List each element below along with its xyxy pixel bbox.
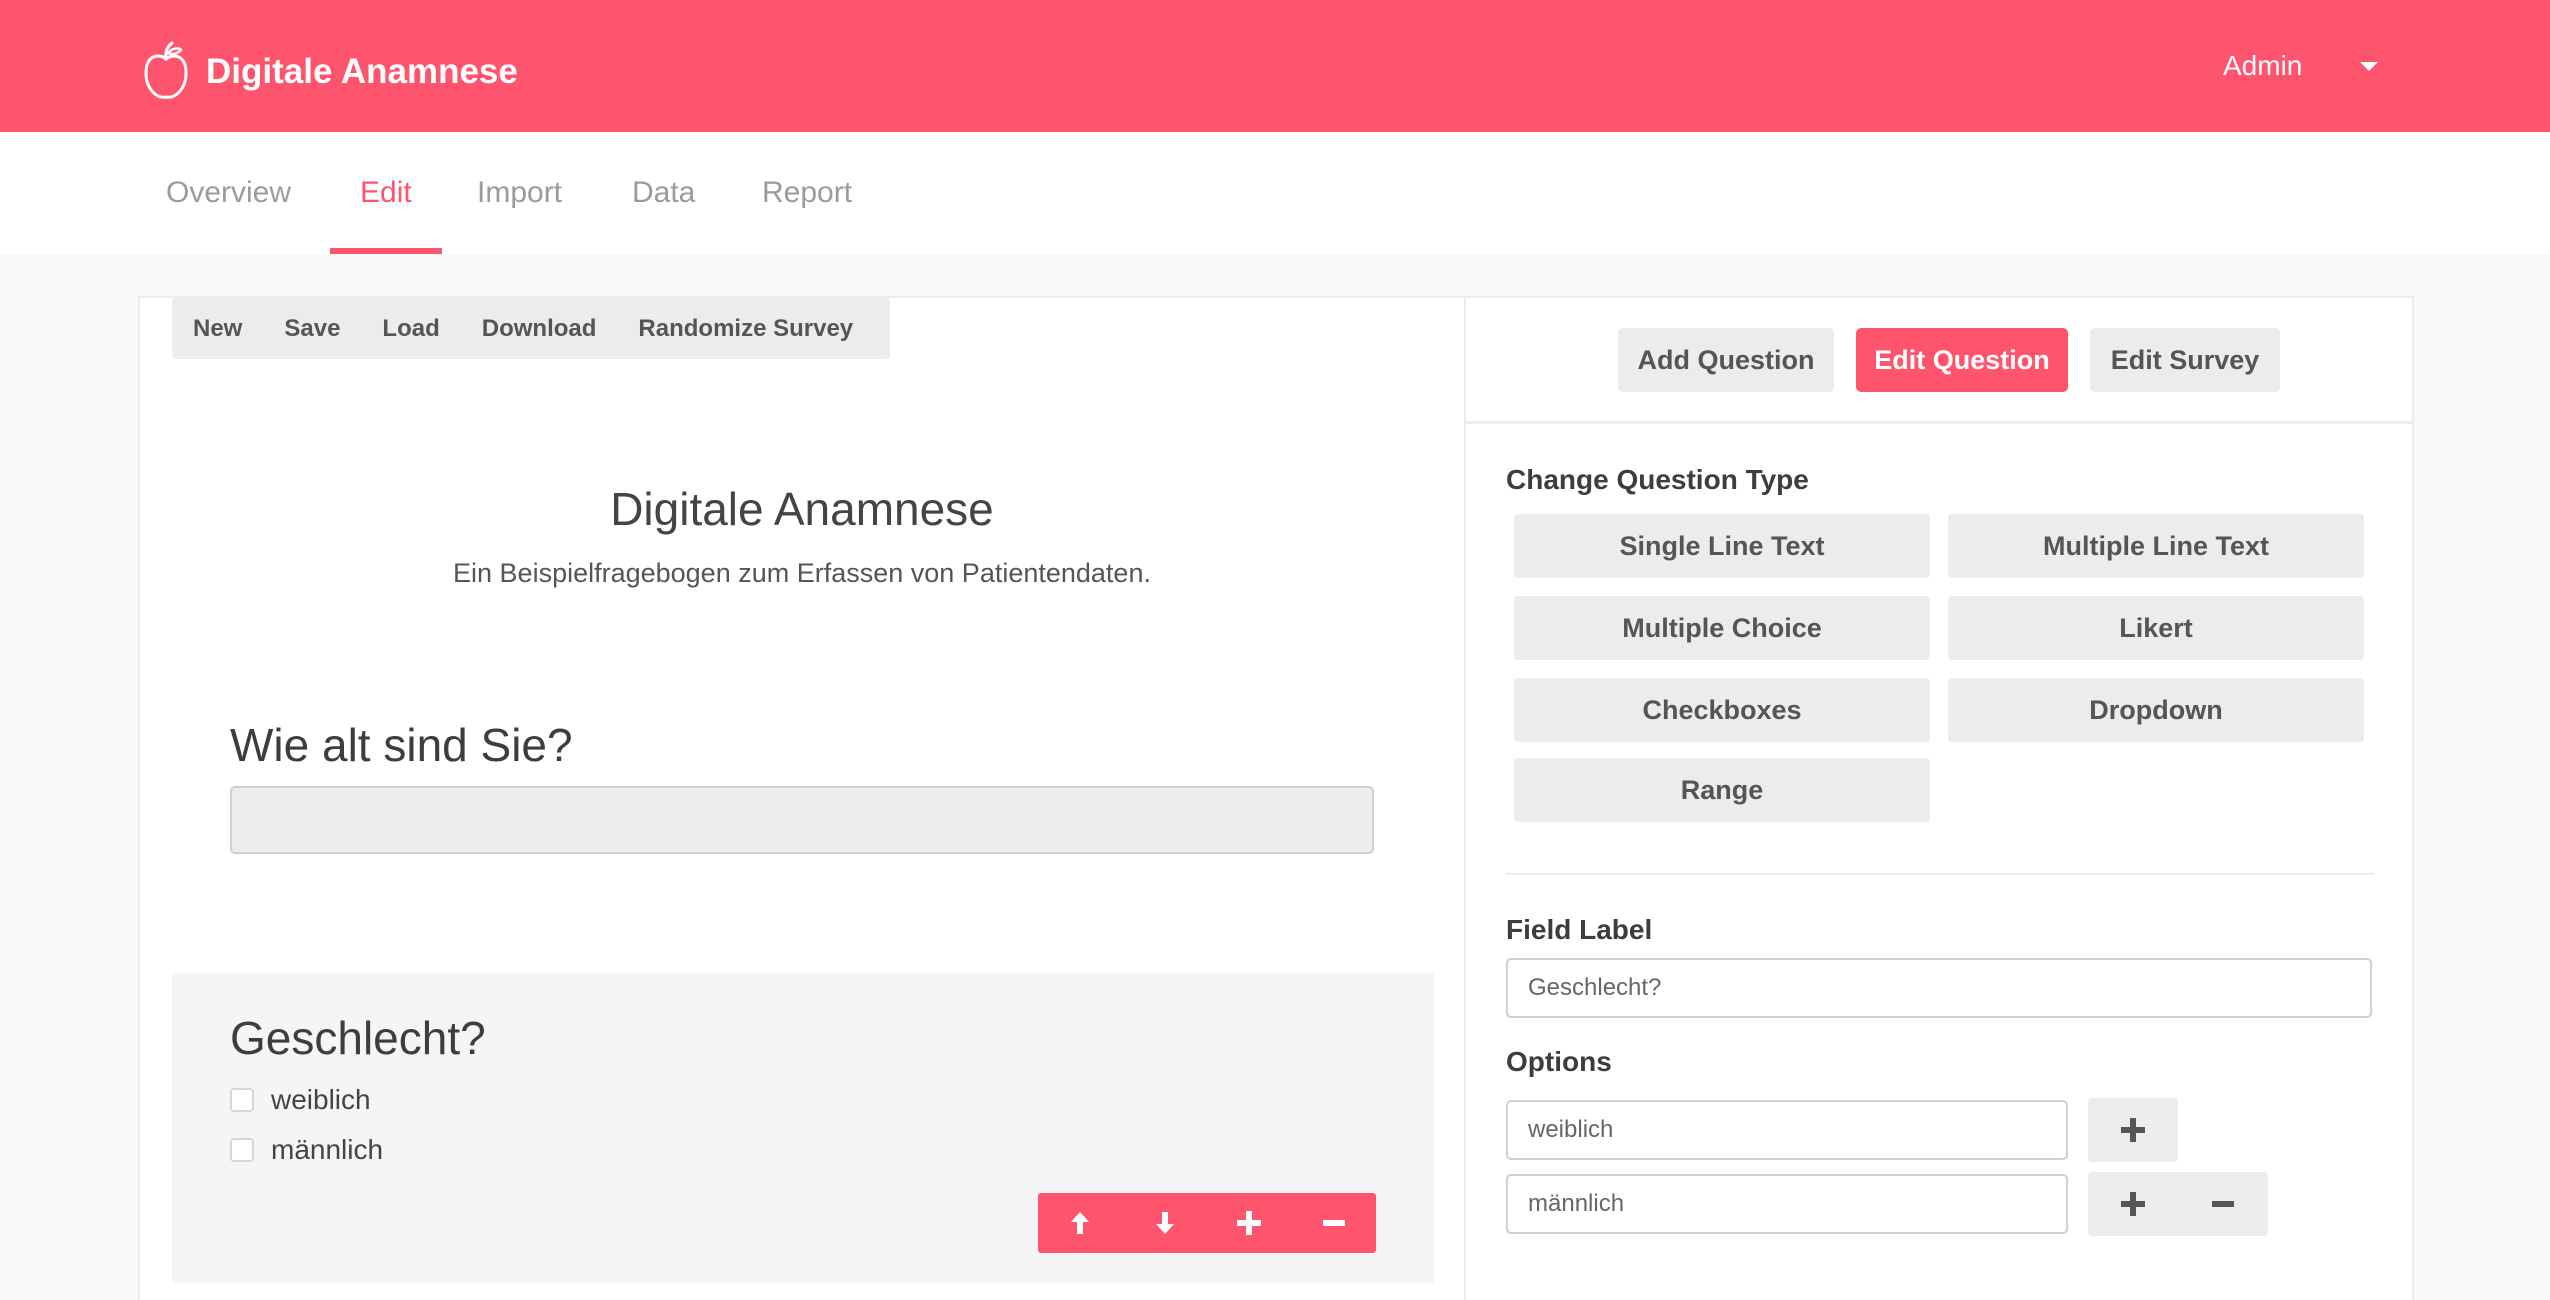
- move-down-button[interactable]: [1123, 1193, 1208, 1253]
- editor-panel: Add Question Edit Question Edit Survey C…: [1464, 296, 2414, 1300]
- option-input[interactable]: männlich: [1506, 1174, 2068, 1234]
- field-label-heading: Field Label: [1506, 914, 1653, 945]
- save-button[interactable]: Save: [263, 298, 361, 359]
- add-option-button[interactable]: [2088, 1172, 2178, 1236]
- selected-question[interactable]: Geschlecht? weiblich männlich: [172, 973, 1434, 1283]
- survey-preview-panel: New Save Load Download Randomize Survey …: [138, 296, 1466, 1300]
- randomize-survey-button[interactable]: Randomize Survey: [617, 298, 874, 359]
- checkbox-label: männlich: [271, 1134, 384, 1165]
- minus-icon: [1322, 1220, 1345, 1226]
- new-button[interactable]: New: [172, 298, 263, 359]
- top-bar: Digitale Anamnese Admin: [0, 0, 2550, 132]
- type-dropdown[interactable]: Dropdown: [1948, 678, 2364, 742]
- add-question-tab[interactable]: Add Question: [1618, 328, 1834, 392]
- type-multiple-choice[interactable]: Multiple Choice: [1514, 596, 1930, 660]
- app-title: Digitale Anamnese: [206, 52, 518, 91]
- question-actions: [1038, 1193, 1376, 1253]
- plus-icon: [2121, 1192, 2145, 1216]
- type-likert[interactable]: Likert: [1948, 596, 2364, 660]
- add-question-button[interactable]: [1207, 1193, 1292, 1253]
- remove-question-button[interactable]: [1292, 1193, 1377, 1253]
- minus-icon: [2212, 1201, 2234, 1207]
- edit-question-tab[interactable]: Edit Question: [1856, 328, 2068, 392]
- field-label-input[interactable]: Geschlecht?: [1506, 958, 2372, 1018]
- type-range[interactable]: Range: [1514, 758, 1930, 822]
- survey-toolbar: New Save Load Download Randomize Survey: [172, 298, 890, 359]
- checkbox[interactable]: [230, 1088, 254, 1112]
- type-checkboxes[interactable]: Checkboxes: [1514, 678, 1930, 742]
- editor-mode-tabs: Add Question Edit Question Edit Survey: [1466, 298, 2412, 424]
- survey-description: Ein Beispielfragebogen zum Erfassen von …: [453, 558, 1151, 588]
- question-title: Wie alt sind Sie?: [230, 719, 573, 771]
- checkbox-label: weiblich: [271, 1084, 371, 1115]
- tab-import[interactable]: Import: [447, 132, 592, 254]
- checkbox[interactable]: [230, 1138, 254, 1162]
- option-actions: [2088, 1098, 2178, 1162]
- download-button[interactable]: Download: [461, 298, 618, 359]
- edit-survey-tab[interactable]: Edit Survey: [2090, 328, 2280, 392]
- arrow-up-icon: [1071, 1212, 1090, 1234]
- user-menu[interactable]: Admin: [2223, 44, 2379, 88]
- type-multiple-line-text[interactable]: Multiple Line Text: [1948, 514, 2364, 578]
- option-input[interactable]: weiblich: [1506, 1100, 2068, 1160]
- plus-icon: [2121, 1118, 2145, 1142]
- add-option-button[interactable]: [2088, 1098, 2178, 1162]
- options-heading: Options: [1506, 1046, 1612, 1077]
- tab-report[interactable]: Report: [732, 132, 882, 254]
- age-input[interactable]: [230, 786, 1374, 854]
- load-button[interactable]: Load: [361, 298, 460, 359]
- question-title: Geschlecht?: [230, 1012, 486, 1064]
- arrow-down-icon: [1155, 1212, 1174, 1234]
- user-name: Admin: [2223, 50, 2303, 81]
- change-type-label: Change Question Type: [1506, 464, 1809, 495]
- survey-title: Digitale Anamnese: [610, 483, 994, 535]
- apple-icon: [144, 41, 188, 99]
- plus-icon: [1237, 1211, 1262, 1235]
- tab-data[interactable]: Data: [602, 132, 725, 254]
- checkbox-option[interactable]: männlich: [230, 1134, 383, 1166]
- move-up-button[interactable]: [1038, 1193, 1123, 1253]
- checkbox-option[interactable]: weiblich: [230, 1084, 371, 1116]
- divider: [1506, 873, 2374, 875]
- main-nav: Overview Edit Import Data Report: [0, 132, 2550, 254]
- type-single-line-text[interactable]: Single Line Text: [1514, 514, 1930, 578]
- brand[interactable]: Digitale Anamnese: [141, 40, 518, 104]
- tab-overview[interactable]: Overview: [136, 132, 321, 254]
- remove-option-button[interactable]: [2178, 1172, 2268, 1236]
- caret-down-icon: [2360, 61, 2379, 71]
- tab-edit[interactable]: Edit: [330, 132, 442, 254]
- option-actions: [2088, 1172, 2268, 1236]
